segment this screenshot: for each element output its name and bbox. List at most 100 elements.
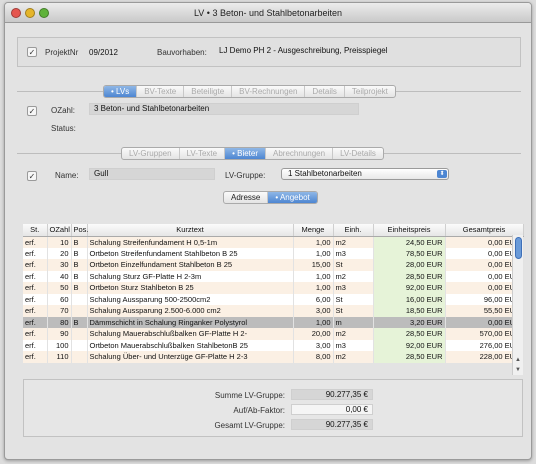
scroll-up-icon[interactable]: ▲ xyxy=(515,357,521,363)
cell-kurztext: Schalung Über- und Unterzüge GF-Platte H… xyxy=(87,351,294,363)
cell-ozahl: 80 xyxy=(47,316,72,328)
cell-ep: 16,00 EUR xyxy=(373,293,446,305)
tab-lv-details[interactable]: LV-Details xyxy=(333,148,383,159)
cell-einh: St xyxy=(333,259,374,271)
cell-st: erf. xyxy=(23,305,48,317)
table-row[interactable]: erf. 60 Schalung Aussparung 500-2500cm2 6,0… xyxy=(23,293,524,305)
zoom-window-button[interactable] xyxy=(39,8,49,18)
tab-lv-gruppen[interactable]: LV-Gruppen xyxy=(122,148,180,159)
col-st[interactable]: St. xyxy=(23,224,48,237)
cell-st: erf. xyxy=(23,316,48,328)
cell-ep: 92,00 EUR xyxy=(373,339,446,351)
table-row[interactable]: erf. 70 Schalung Aussparung 2.500-6.000 cm… xyxy=(23,305,524,317)
cell-st: erf. xyxy=(23,293,48,305)
cell-ep: 92,00 EUR xyxy=(373,282,446,294)
lv-gruppe-select[interactable]: 1 Stahlbetonarbeiten ⬍ xyxy=(281,168,449,180)
cell-einh: m3 xyxy=(333,282,374,294)
cell-einh: m2 xyxy=(333,270,374,282)
col-ozahl[interactable]: OZahl xyxy=(47,224,72,237)
faktor-field[interactable]: 0,00 € xyxy=(291,404,373,415)
cell-menge: 8,00 xyxy=(293,351,334,363)
cell-ep: 28,50 EUR xyxy=(373,351,446,363)
cell-ep: 3,20 EUR xyxy=(373,316,446,328)
lv-checkbox[interactable]: ✓ xyxy=(27,106,37,116)
table-row[interactable]: erf. 100 Ortbeton Mauerabschlußbalken Stah… xyxy=(23,339,524,351)
cell-menge: 6,00 xyxy=(293,293,334,305)
table-row[interactable]: erf. 90 Schalung Mauerabschlußbalken GF-Pl… xyxy=(23,328,524,340)
projektnr-label: ProjektNr xyxy=(45,48,79,57)
lv-gruppe-value: 1 Stahlbetonarbeiten xyxy=(288,169,362,178)
tab-adresse[interactable]: Adresse xyxy=(224,192,269,203)
tab-lvs[interactable]: • LVs xyxy=(104,86,138,97)
cell-st: erf. xyxy=(23,351,48,363)
cell-ep: 18,50 EUR xyxy=(373,305,446,317)
col-einh[interactable]: Einh. xyxy=(333,224,374,237)
cell-kurztext: Ortbeton Einzelfundament Stahlbeton B 25 xyxy=(87,259,294,271)
cell-einh: m2 xyxy=(333,328,374,340)
lv-window: LV • 3 Beton- und Stahlbetonarbeiten ✓ P… xyxy=(4,2,532,460)
table-row[interactable]: erf. 10 B Schalung Streifenfundament H 0,5-… xyxy=(23,236,524,248)
tab-details[interactable]: Details xyxy=(305,86,345,97)
tab-bv-texte[interactable]: BV-Texte xyxy=(137,86,185,97)
cell-st: erf. xyxy=(23,328,48,340)
cell-menge: 20,00 xyxy=(293,328,334,340)
cell-pos: B xyxy=(71,270,88,282)
tab-angebot[interactable]: • Angebot xyxy=(268,192,317,203)
table-row[interactable]: erf. 50 B Ortbeton Sturz Stahlbeton B 25 1,0… xyxy=(23,282,524,294)
table-row[interactable]: erf. 80 B Dämmschicht in Schalung Ringanker… xyxy=(23,316,524,328)
faktor-label: Auf/Ab-Faktor: xyxy=(233,406,285,415)
cell-kurztext: Schalung Streifenfundament H 0,5-1m xyxy=(87,236,294,248)
cell-st: erf. xyxy=(23,247,48,259)
cell-ozahl: 70 xyxy=(47,305,72,317)
tab-lv-texte[interactable]: LV-Texte xyxy=(180,148,226,159)
tab-abrechnungen[interactable]: Abrechnungen xyxy=(266,148,334,159)
projekt-checkbox[interactable]: ✓ xyxy=(27,47,37,57)
cell-ozahl: 60 xyxy=(47,293,72,305)
col-einheitspreis[interactable]: Einheitspreis xyxy=(373,224,446,237)
cell-kurztext: Ortbeton Sturz Stahlbeton B 25 xyxy=(87,282,294,294)
tab-beteiligte[interactable]: Beteiligte xyxy=(184,86,233,97)
cell-ozahl: 90 xyxy=(47,328,72,340)
table-scrollbar[interactable]: ▲ ▼ xyxy=(512,235,523,375)
cell-einh: m xyxy=(333,316,374,328)
bieter-checkbox[interactable]: ✓ xyxy=(27,171,37,181)
cell-pos: B xyxy=(71,247,88,259)
cell-menge: 3,00 xyxy=(293,305,334,317)
window-title: LV • 3 Beton- und Stahlbetonarbeiten xyxy=(193,8,343,18)
gesamt-value: 90.277,35 € xyxy=(291,419,373,430)
cell-menge: 3,00 xyxy=(293,339,334,351)
scroll-down-icon[interactable]: ▼ xyxy=(515,367,521,373)
col-pos[interactable]: Pos. xyxy=(71,224,89,237)
cell-pos: B xyxy=(71,316,88,328)
scrollbar-thumb[interactable] xyxy=(515,237,522,259)
projektnr-value: 09/2012 xyxy=(89,48,118,57)
tab-bieter[interactable]: • Bieter xyxy=(225,148,267,159)
name-field[interactable]: Gull xyxy=(89,168,215,180)
table-row[interactable]: erf. 110 Schalung Über- und Unterzüge GF-P… xyxy=(23,351,524,363)
cell-menge: 15,00 xyxy=(293,259,334,271)
cell-menge: 1,00 xyxy=(293,247,334,259)
col-menge[interactable]: Menge xyxy=(293,224,334,237)
cell-ozahl: 110 xyxy=(47,351,72,363)
cell-kurztext: Schalung Sturz GF-Platte H 2-3m xyxy=(87,270,294,282)
table-row[interactable]: erf. 30 B Ortbeton Einzelfundament Stahlbet… xyxy=(23,259,524,271)
ozahl-field[interactable]: 3 Beton- und Stahlbetonarbeiten xyxy=(89,103,359,115)
bauvorhaben-value: LJ Demo PH 2 - Ausgeschreibung, Preisspi… xyxy=(219,46,388,55)
cell-st: erf. xyxy=(23,270,48,282)
cell-ozahl: 30 xyxy=(47,259,72,271)
tab-bv-rechnungen[interactable]: BV-Rechnungen xyxy=(232,86,306,97)
table-row[interactable]: erf. 20 B Ortbeton Streifenfundament Stahlb… xyxy=(23,247,524,259)
col-kurztext[interactable]: Kurztext xyxy=(87,224,294,237)
cell-pos xyxy=(71,339,88,351)
cell-kurztext: Ortbeton Mauerabschlußbalken StahlbetonB… xyxy=(87,339,294,351)
gesamt-label: Gesamt LV-Gruppe: xyxy=(214,421,285,430)
cell-pos xyxy=(71,351,88,363)
cell-pos: B xyxy=(71,259,88,271)
minimize-window-button[interactable] xyxy=(25,8,35,18)
cell-ep: 28,50 EUR xyxy=(373,328,446,340)
cell-pos: B xyxy=(71,282,88,294)
close-window-button[interactable] xyxy=(11,8,21,18)
table-row[interactable]: erf. 40 B Schalung Sturz GF-Platte H 2-3m 1,… xyxy=(23,270,524,282)
tab-teilprojekt[interactable]: Teilprojekt xyxy=(345,86,395,97)
cell-einh: m3 xyxy=(333,247,374,259)
